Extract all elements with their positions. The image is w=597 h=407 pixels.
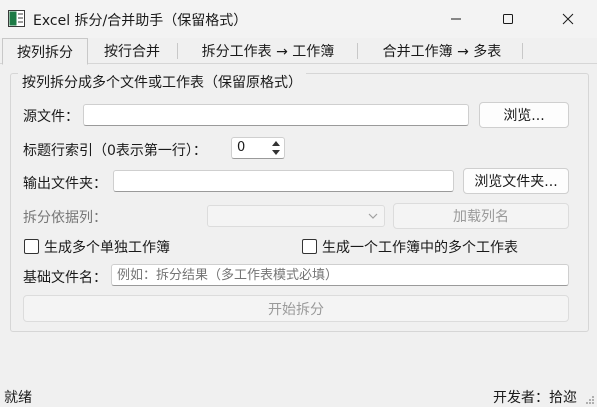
tab-label: 合并工作簿 → 多表: [382, 43, 502, 60]
browse-button[interactable]: 浏览...: [479, 102, 569, 128]
header-index-spinbox[interactable]: 0: [231, 137, 285, 159]
tab-bar-divider: [0, 63, 597, 64]
maximize-button[interactable]: [484, 0, 532, 38]
multi-workbooks-label[interactable]: 生成多个单独工作簿: [44, 237, 170, 257]
base-name-label: 基础文件名：: [23, 270, 107, 286]
status-bar: 就绪 开发者：拾迩: [0, 380, 597, 407]
title-bar: Excel 拆分/合并助手（保留格式）: [0, 0, 597, 38]
tab-bar: 按列拆分 按行合并 拆分工作表 → 工作簿 合并工作簿 → 多表: [0, 38, 597, 65]
multi-sheets-checkbox[interactable]: [302, 239, 317, 254]
minimize-button[interactable]: [432, 0, 480, 38]
browse-folder-button[interactable]: 浏览文件夹...: [463, 168, 569, 194]
tab-separator: [357, 43, 358, 59]
multi-sheets-label[interactable]: 生成一个工作簿中的多个工作表: [322, 237, 518, 257]
base-name-input[interactable]: [111, 264, 569, 286]
load-columns-button[interactable]: 加载列名: [393, 203, 569, 229]
group-title: 按列拆分成多个文件或工作表（保留原格式）: [18, 72, 306, 92]
close-button[interactable]: [544, 0, 592, 38]
tab-separator: [177, 43, 178, 59]
app-icon: [8, 10, 25, 27]
source-file-input[interactable]: [83, 104, 469, 126]
developer-credit: 开发者：拾迩: [493, 390, 577, 406]
split-column-label: 拆分依据列：: [23, 210, 107, 226]
window-title: Excel 拆分/合并助手（保留格式）: [33, 13, 248, 29]
start-split-button[interactable]: 开始拆分: [23, 295, 569, 322]
chevron-down-icon: [368, 213, 378, 219]
tab-separator: [522, 43, 523, 59]
minimize-icon: [451, 18, 461, 20]
tab-merge-by-row[interactable]: 按行合并: [90, 38, 174, 63]
tab-label: 按列拆分: [17, 44, 73, 61]
spin-arrows-icon[interactable]: [270, 139, 282, 157]
output-folder-input[interactable]: [113, 170, 454, 192]
source-file-label: 源文件：: [23, 109, 79, 125]
resize-grip-icon[interactable]: [585, 395, 595, 405]
close-icon: [562, 13, 574, 25]
status-text: 就绪: [4, 390, 32, 406]
output-folder-label: 输出文件夹：: [23, 176, 107, 192]
header-index-label: 标题行索引（0表示第一行）：: [23, 143, 207, 159]
tab-label: 按行合并: [104, 43, 160, 60]
header-index-value: 0: [237, 140, 246, 155]
tab-merge-workbooks-to-sheets[interactable]: 合并工作簿 → 多表: [362, 38, 522, 63]
split-column-select[interactable]: [207, 205, 385, 227]
multi-workbooks-checkbox[interactable]: [24, 239, 39, 254]
maximize-icon: [503, 14, 513, 24]
tab-split-by-column[interactable]: 按列拆分: [2, 38, 88, 65]
tab-split-sheets-to-workbooks[interactable]: 拆分工作表 → 工作簿: [180, 38, 356, 63]
tab-label: 拆分工作表 → 工作簿: [201, 43, 335, 60]
